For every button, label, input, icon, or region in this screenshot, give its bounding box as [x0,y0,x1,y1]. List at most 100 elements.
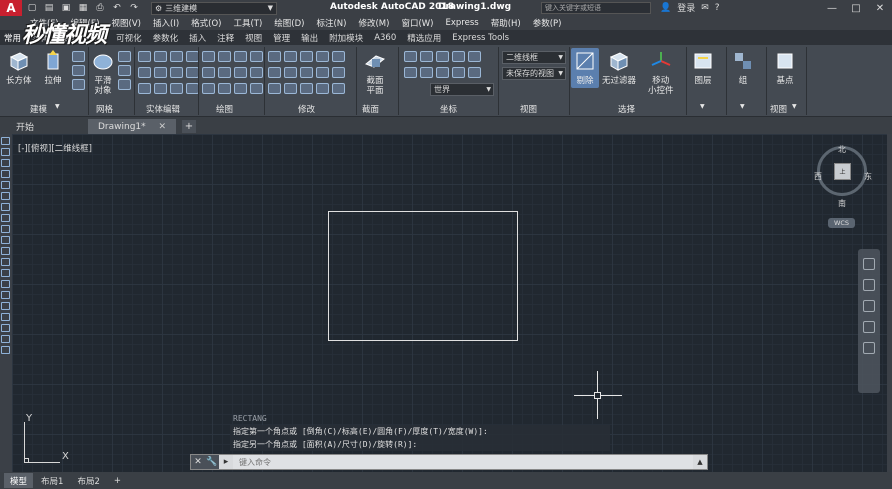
drawing-canvas[interactable]: [-][俯视][二维线框] 上 北 南 东 西 WCS X Y RECTANG … [12,134,887,472]
menu-parametric[interactable]: 参数(P) [533,17,562,29]
modify-tool-icon[interactable] [300,67,313,78]
chevron-down-icon[interactable]: ▼ [740,103,745,110]
add-selected-icon[interactable] [1,346,10,354]
solid-edit-icon[interactable] [154,67,167,78]
tab-addins[interactable]: 附加模块 [329,32,363,44]
draw-tool-icon[interactable] [218,83,231,94]
new-tab-button[interactable]: + [182,120,196,133]
draw-tool-icon[interactable] [202,67,215,78]
search-input[interactable]: 键入关键字或短语 [541,2,651,14]
ucs-tool-icon[interactable] [468,51,481,62]
drawn-rectangle[interactable] [328,211,518,341]
ucs-tool-icon[interactable] [452,67,465,78]
close-icon[interactable]: ✕ [191,455,205,469]
mesh-tool-icon[interactable] [118,79,131,90]
solid-edit-icon[interactable] [154,83,167,94]
menu-express[interactable]: Express [446,18,479,28]
viewcube-top-face[interactable]: 上 [834,163,851,180]
modify-tool-icon[interactable] [268,67,281,78]
polyline-tool-icon[interactable] [1,159,10,167]
viewcube-west[interactable]: 西 [814,171,822,182]
modify-tool-icon[interactable] [316,83,329,94]
close-button[interactable]: ✕ [868,0,892,16]
tab-a360[interactable]: A360 [374,33,396,43]
save-as-icon[interactable]: ▦ [76,2,90,14]
ellipse-tool-icon[interactable] [1,236,10,244]
polygon-tool-icon[interactable] [1,170,10,178]
tab-parametric[interactable]: 参数化 [153,32,179,44]
save-icon[interactable]: ▣ [59,2,73,14]
wcs-menu-button[interactable]: WCS [828,218,855,228]
modify-tool-icon[interactable] [316,67,329,78]
tab-visualize[interactable]: 可视化 [116,32,142,44]
saved-view-dropdown[interactable]: 未保存的视图 ▼ [502,67,566,80]
solid-edit-icon[interactable] [170,67,183,78]
minimize-button[interactable]: — [820,0,844,16]
modify-tool-icon[interactable] [332,83,345,94]
wrench-icon[interactable]: 🔧 [205,455,219,469]
tab-layout1[interactable]: 布局1 [35,473,69,488]
menu-format[interactable]: 格式(O) [191,17,221,29]
culling-button[interactable]: 剔除 [571,48,599,88]
autocad-logo-icon[interactable]: A [0,0,22,16]
draw-tool-icon[interactable] [202,83,215,94]
menu-tools[interactable]: 工具(T) [233,17,262,29]
chevron-down-icon[interactable]: ▼ [55,103,60,110]
menu-dimension[interactable]: 标注(N) [316,17,346,29]
tab-model[interactable]: 模型 [4,473,34,488]
extrude-button[interactable]: 拉伸 [42,50,64,86]
layers-button[interactable]: 图层 [692,50,714,86]
point-tool-icon[interactable] [1,280,10,288]
solid-edit-icon[interactable] [170,51,183,62]
new-file-icon[interactable]: ▢ [25,2,39,14]
move-gizmo-button[interactable]: 移动 小控件 [648,50,674,96]
solid-edit-icon[interactable] [170,83,183,94]
mesh-tool-icon[interactable] [118,51,131,62]
ucs-tool-icon[interactable] [404,51,417,62]
base-point-button[interactable]: 基点 [774,50,796,86]
solid-edit-icon[interactable] [138,83,151,94]
command-input[interactable] [233,455,693,469]
viewcube-south[interactable]: 南 [838,198,846,209]
draw-tool-icon[interactable] [234,51,247,62]
smooth-object-button[interactable]: 平滑 对象 [92,50,114,96]
workspace-dropdown[interactable]: ⚙ 三维建模 ▼ [151,1,277,15]
tab-output[interactable]: 输出 [301,32,318,44]
user-icon[interactable]: 👤 [660,3,671,13]
modify-tool-icon[interactable] [332,51,345,62]
ucs-tool-icon[interactable] [404,67,417,78]
region-tool-icon[interactable] [1,313,10,321]
revcloud-tool-icon[interactable] [1,214,10,222]
viewport-controls[interactable]: [-][俯视][二维线框] [18,142,92,154]
modify-tool-icon[interactable] [284,67,297,78]
viewcube-east[interactable]: 东 [864,171,872,182]
draw-tool-icon[interactable] [234,83,247,94]
modify-tool-icon[interactable] [284,51,297,62]
close-icon[interactable]: ✕ [158,122,166,132]
ucs-tool-icon[interactable] [436,51,449,62]
login-link[interactable]: 登录 [677,1,695,14]
viewcube-north[interactable]: 北 [838,144,846,155]
visual-style-dropdown[interactable]: 二维线框 ▼ [502,51,566,64]
draw-tool-icon[interactable] [250,83,263,94]
ucs-tool-icon[interactable] [420,67,433,78]
ellipse-arc-tool-icon[interactable] [1,247,10,255]
redo-icon[interactable]: ↷ [127,2,141,14]
tab-drawing1[interactable]: Drawing1* ✕ [88,119,176,134]
exchange-icon[interactable]: ✉ [701,3,709,13]
menu-modify[interactable]: 修改(M) [358,17,389,29]
chevron-down-icon[interactable]: ▼ [792,103,797,110]
chevron-up-icon[interactable]: ▲ [693,458,707,466]
undo-icon[interactable]: ↶ [110,2,124,14]
open-file-icon[interactable]: ▤ [42,2,56,14]
text-tool-icon[interactable] [1,335,10,343]
pan-icon[interactable] [863,279,875,291]
make-block-icon[interactable] [1,269,10,277]
ucs-tool-icon[interactable] [452,51,465,62]
modeling-tool-icon[interactable] [72,79,85,90]
spline-tool-icon[interactable] [1,225,10,233]
menu-insert[interactable]: 插入(I) [153,17,179,29]
section-plane-button[interactable]: 截面 平面 [364,50,386,96]
tab-annotate[interactable]: 注释 [217,32,234,44]
tab-featured-apps[interactable]: 精选应用 [407,32,441,44]
